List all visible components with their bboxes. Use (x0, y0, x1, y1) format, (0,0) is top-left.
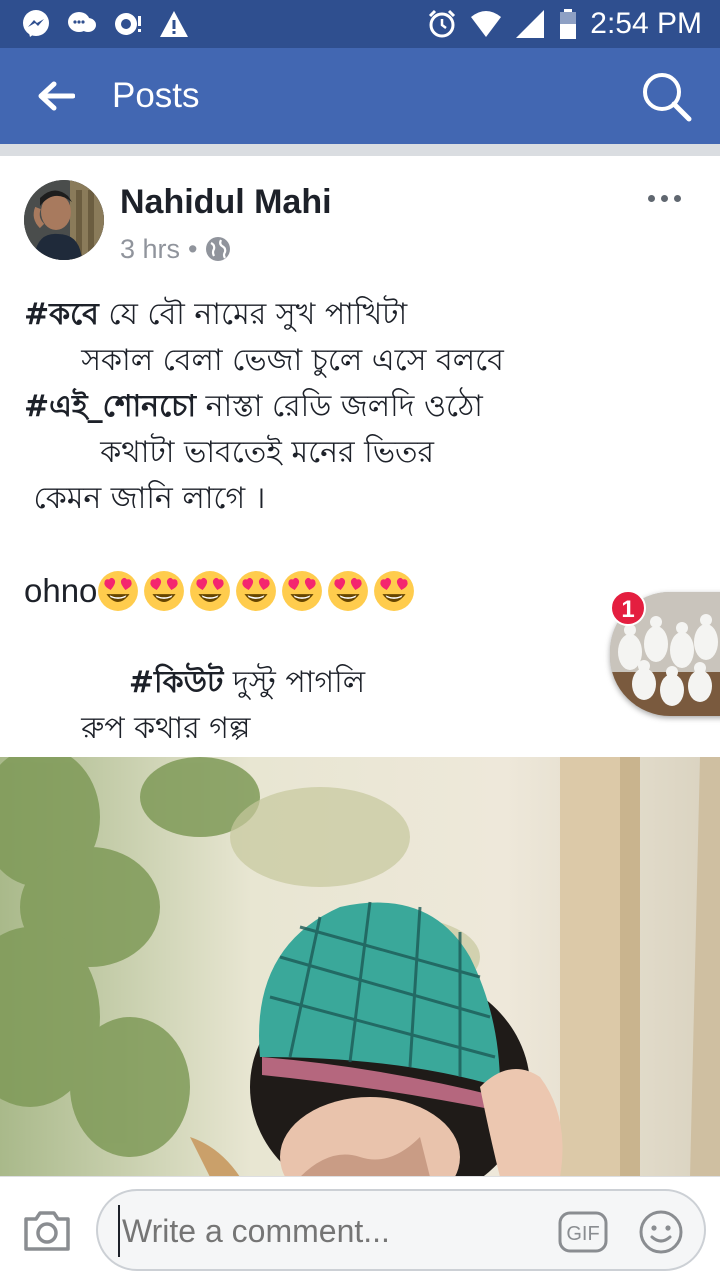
heart-eyes-emoji (236, 571, 277, 611)
messenger-chat-head[interactable]: 1 (608, 590, 720, 718)
author-avatar[interactable] (24, 180, 104, 260)
author-name[interactable]: Nahidul Mahi (120, 180, 332, 224)
unread-badge: 1 (610, 590, 646, 626)
status-bar: 2:54 PM (0, 0, 720, 48)
post-line: সকাল বেলা ভেজা চুলে এসে বলবে (81, 343, 504, 378)
gif-icon: GIF (558, 1211, 608, 1253)
comment-bar: GIF (0, 1176, 720, 1280)
globe-icon (206, 237, 231, 261)
post-photo[interactable] (0, 757, 720, 1177)
clock-time: 2:54 PM (590, 7, 702, 40)
heart-eyes-emoji (328, 571, 369, 611)
back-button[interactable] (30, 72, 82, 120)
emoji-row: ohno (24, 568, 624, 614)
hashtag[interactable]: #এই_শোনচো (24, 389, 196, 424)
heart-eyes-emoji (98, 571, 139, 611)
dot (673, 194, 681, 202)
hashtag[interactable]: #কিউট (129, 665, 223, 700)
app-bar: Posts (0, 48, 720, 144)
post-line: #কিউট দুস্টু পাগলি (128, 665, 366, 700)
dot (647, 194, 655, 202)
search-button[interactable] (640, 70, 694, 124)
gif-button[interactable]: GIF (558, 1211, 608, 1253)
avatar-photo (24, 180, 104, 260)
battery-icon (560, 9, 577, 39)
heart-eyes-emoji (144, 571, 185, 611)
comment-input[interactable] (118, 1205, 538, 1257)
camera-icon (24, 1211, 70, 1251)
hashtag[interactable]: #কবে (24, 297, 99, 332)
post-line: #এই_শোনচো নাস্তা রেডি জলদি ওঠো (24, 389, 483, 424)
messenger-icon (23, 10, 49, 37)
signal-icon (516, 10, 545, 38)
meta-separator: • (188, 234, 198, 264)
post-time[interactable]: 3 hrs (120, 232, 180, 266)
heart-eyes-emoji (190, 571, 231, 611)
camera-button[interactable] (22, 1207, 72, 1253)
heart-eyes-emoji (282, 571, 323, 611)
comment-box: GIF (96, 1189, 706, 1271)
back-arrow-icon (38, 81, 75, 111)
photo-image (0, 757, 720, 1177)
smiley-icon (639, 1210, 683, 1254)
dot (660, 194, 668, 202)
heart-eyes-emoji (374, 571, 415, 611)
post-line: কথাটা ভাবতেই মনের ভিতর (100, 435, 435, 470)
warning-icon (160, 11, 188, 37)
post-line: রুপ কথার গল্প (81, 711, 251, 746)
notification-icon (115, 13, 141, 35)
wifi-icon (471, 11, 502, 37)
post-line: কেমন জানি লাগে । (33, 481, 266, 516)
post-options-button[interactable] (644, 186, 684, 210)
ohno-text: ohno (24, 572, 98, 609)
alarm-icon (429, 9, 456, 38)
post-line: #কবে যে বৌ নামের সুখ পাখিটা (24, 297, 408, 332)
sticker-button[interactable] (638, 1209, 684, 1255)
post-text: #কবে যে বৌ নামের সুখ পাখিটা সকাল বেলা ভে… (24, 292, 624, 752)
page-title: Posts (112, 76, 200, 115)
chat-bubbles-icon (68, 12, 96, 32)
search-icon (643, 73, 692, 122)
feed-divider (0, 144, 720, 156)
gif-label: GIF (566, 1223, 599, 1245)
post-meta: 3 hrs • (120, 232, 231, 266)
